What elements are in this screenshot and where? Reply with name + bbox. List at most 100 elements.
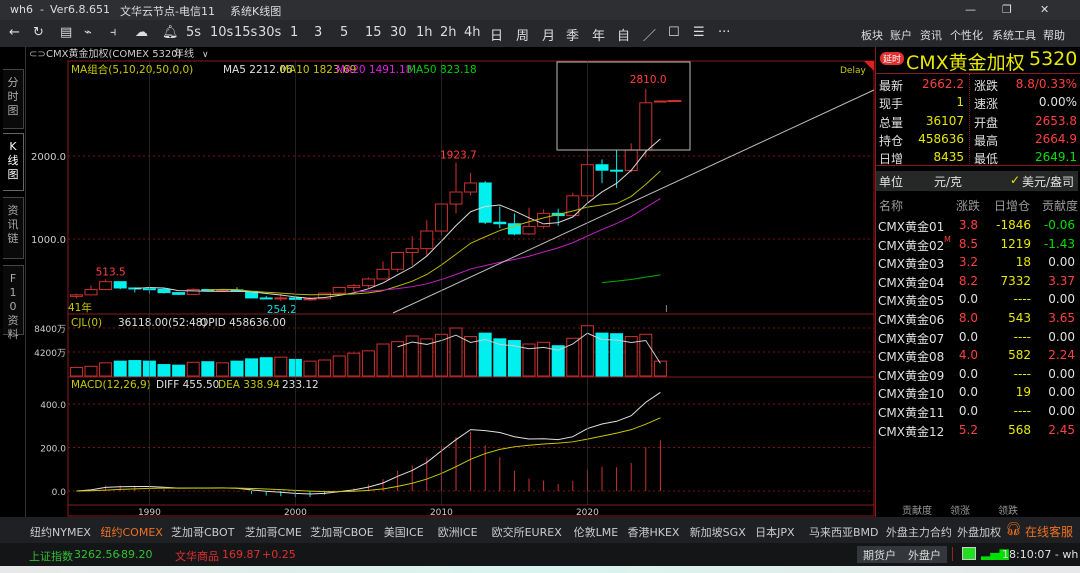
macd-selector[interactable]: MACD(12,26,9): [71, 379, 151, 391]
line-chart-icon[interactable]: ⌁: [84, 25, 92, 40]
list-tab-0[interactable]: 贡献度: [898, 502, 936, 518]
ma-selector[interactable]: MA组合(5,10,20,50,0,0): [71, 63, 193, 76]
box-drawing[interactable]: [556, 61, 691, 151]
period-5[interactable]: 3: [314, 25, 322, 40]
list-item[interactable]: CMX黄金02 M 8.5 1219 -1.43: [876, 235, 1078, 255]
contract-contribution: 3.65: [1048, 311, 1075, 325]
left-tabs: 分时图 K线图 资讯链 F10资料: [0, 47, 26, 517]
exchange-tab[interactable]: 香港HKEX: [628, 524, 680, 540]
menu-5[interactable]: 帮助: [1043, 27, 1065, 43]
more-button[interactable]: ···: [718, 25, 730, 40]
exchange-tab[interactable]: 伦敦LME: [574, 524, 619, 540]
period-3[interactable]: 30s: [258, 25, 281, 40]
period-14[interactable]: 月: [542, 25, 555, 44]
refresh-icon[interactable]: ↻: [33, 25, 44, 40]
period-selector[interactable]: 年线: [174, 47, 194, 60]
period-4[interactable]: 1: [290, 25, 298, 40]
tab-kline[interactable]: K线图: [3, 133, 24, 191]
online-support[interactable]: 在线客服: [1025, 523, 1073, 540]
period-8[interactable]: 30: [390, 25, 407, 40]
connection-icon: [962, 547, 976, 560]
unit-usd-ounce[interactable]: 美元/盎司: [1022, 173, 1074, 190]
contract-change: 4.0: [958, 348, 978, 363]
period-15[interactable]: 季: [566, 25, 579, 44]
foreign-account-button[interactable]: 外盘户: [902, 546, 947, 563]
tab-f10[interactable]: F10资料: [3, 265, 24, 341]
layout-icon[interactable]: ☰: [693, 25, 705, 40]
list-item[interactable]: CMX黄金09 0.0 ---- 0.00: [876, 367, 1078, 385]
period-12[interactable]: 日: [490, 25, 503, 44]
period-2[interactable]: 15s: [234, 25, 257, 40]
exchange-tab[interactable]: 纽约NYMEX: [30, 524, 91, 540]
tab-news-chain[interactable]: 资讯链: [3, 197, 24, 259]
maximize-button[interactable]: ❐: [1002, 3, 1012, 16]
volume-selector[interactable]: CJL(0): [71, 317, 102, 329]
back-icon[interactable]: ←: [9, 25, 20, 40]
menu-2[interactable]: 资讯: [920, 27, 942, 43]
list-tab-1[interactable]: 领涨: [946, 502, 974, 518]
period-7[interactable]: 15: [365, 25, 382, 40]
rectangle-icon[interactable]: ☐: [668, 25, 680, 40]
menu-1[interactable]: 账户: [890, 27, 912, 43]
candle-body: [493, 221, 507, 225]
view-name: 系统K线图: [230, 5, 282, 18]
list-item[interactable]: CMX黄金05 0.0 ---- 0.00: [876, 292, 1078, 310]
exchange-tab[interactable]: 欧交所EUREX: [492, 524, 562, 540]
exchange-tab[interactable]: 新加坡SGX: [690, 524, 746, 540]
futures-account-button[interactable]: 期货户: [857, 546, 902, 563]
period-13[interactable]: 周: [516, 25, 529, 44]
exchange-tab[interactable]: 纽约COMEX: [100, 524, 163, 545]
period-16[interactable]: 年: [592, 25, 605, 44]
period-9[interactable]: 1h: [416, 25, 433, 40]
bell-icon[interactable]: 🔔︎: [162, 25, 179, 40]
draw-line-icon[interactable]: ／: [643, 25, 656, 44]
table-icon[interactable]: ▤: [60, 25, 72, 40]
list-item[interactable]: CMX黄金07 0.0 ---- 0.00: [876, 330, 1078, 348]
period-6[interactable]: 5: [340, 25, 348, 40]
period-17[interactable]: 自: [617, 25, 630, 44]
list-tab-2[interactable]: 领跌: [994, 502, 1022, 518]
contract-contribution: -0.06: [1043, 218, 1075, 232]
exchange-tab[interactable]: 日本JPX: [755, 524, 794, 540]
contract-change: 0.0: [958, 292, 978, 307]
list-item[interactable]: CMX黄金12 5.2 568 2.45: [876, 423, 1078, 441]
chevron-down-icon: ∨: [202, 50, 209, 60]
exchange-tab[interactable]: 外盘主力合约: [886, 524, 952, 540]
contract-change: 5.2: [958, 422, 978, 437]
volume-bar: [245, 358, 259, 377]
list-item[interactable]: CMX黄金01 3.8 -1846 -0.06: [876, 218, 1078, 236]
list-item[interactable]: CMX黄金06 8.0 543 3.65: [876, 311, 1078, 329]
quote-label: 最新: [879, 79, 904, 93]
cloud-icon[interactable]: ☁: [135, 25, 148, 40]
list-item[interactable]: CMX黄金11 0.0 ---- 0.00: [876, 404, 1078, 422]
menu-0[interactable]: 板块: [861, 27, 883, 43]
kline-chart[interactable]: 2000.0 1000.0 ⊂⊃ CMX黄金加权(COMEX 5320)年线 ∨ MA组合…: [26, 47, 875, 517]
candle-icon[interactable]: ⫞: [110, 25, 117, 40]
macd-tick: 200.0: [40, 445, 66, 455]
exchange-tab[interactable]: 芝加哥CBOE: [310, 524, 374, 540]
exchange-tab[interactable]: 芝加哥CME: [245, 524, 302, 540]
unit-yuan-gram[interactable]: 元/克: [934, 173, 962, 190]
tab-label: K线图: [7, 140, 19, 181]
exchange-tab[interactable]: 欧洲ICE: [438, 524, 478, 540]
close-button[interactable]: ✕: [1040, 3, 1049, 16]
diff-value: DIFF 455.50: [156, 379, 219, 391]
quote-label: 开盘: [974, 115, 999, 130]
list-item[interactable]: CMX黄金03 3.2 18 0.00: [876, 255, 1078, 273]
exchange-tab[interactable]: 芝加哥CBOT: [171, 524, 234, 540]
period-0[interactable]: 5s: [186, 25, 201, 40]
period-1[interactable]: 10s: [210, 25, 233, 40]
headset-icon[interactable]: 🎧︎: [1005, 522, 1022, 537]
list-item[interactable]: CMX黄金10 0.0 19 0.00: [876, 385, 1078, 403]
menu-3[interactable]: 个性化: [950, 27, 983, 43]
period-10[interactable]: 2h: [440, 25, 457, 40]
exchange-tab[interactable]: 马来西亚BMD: [809, 524, 879, 540]
list-item[interactable]: CMX黄金04 8.2 7332 3.37: [876, 274, 1078, 292]
menu-4[interactable]: 系统工具: [992, 27, 1036, 43]
tab-timeshare[interactable]: 分时图: [3, 69, 24, 129]
exchange-tab[interactable]: 美国ICE: [384, 524, 424, 540]
minimize-button[interactable]: —: [965, 3, 976, 16]
period-11[interactable]: 4h: [464, 25, 481, 40]
exchange-tab[interactable]: 外盘加权: [957, 524, 1001, 540]
list-item[interactable]: CMX黄金08 4.0 582 2.24: [876, 348, 1078, 366]
